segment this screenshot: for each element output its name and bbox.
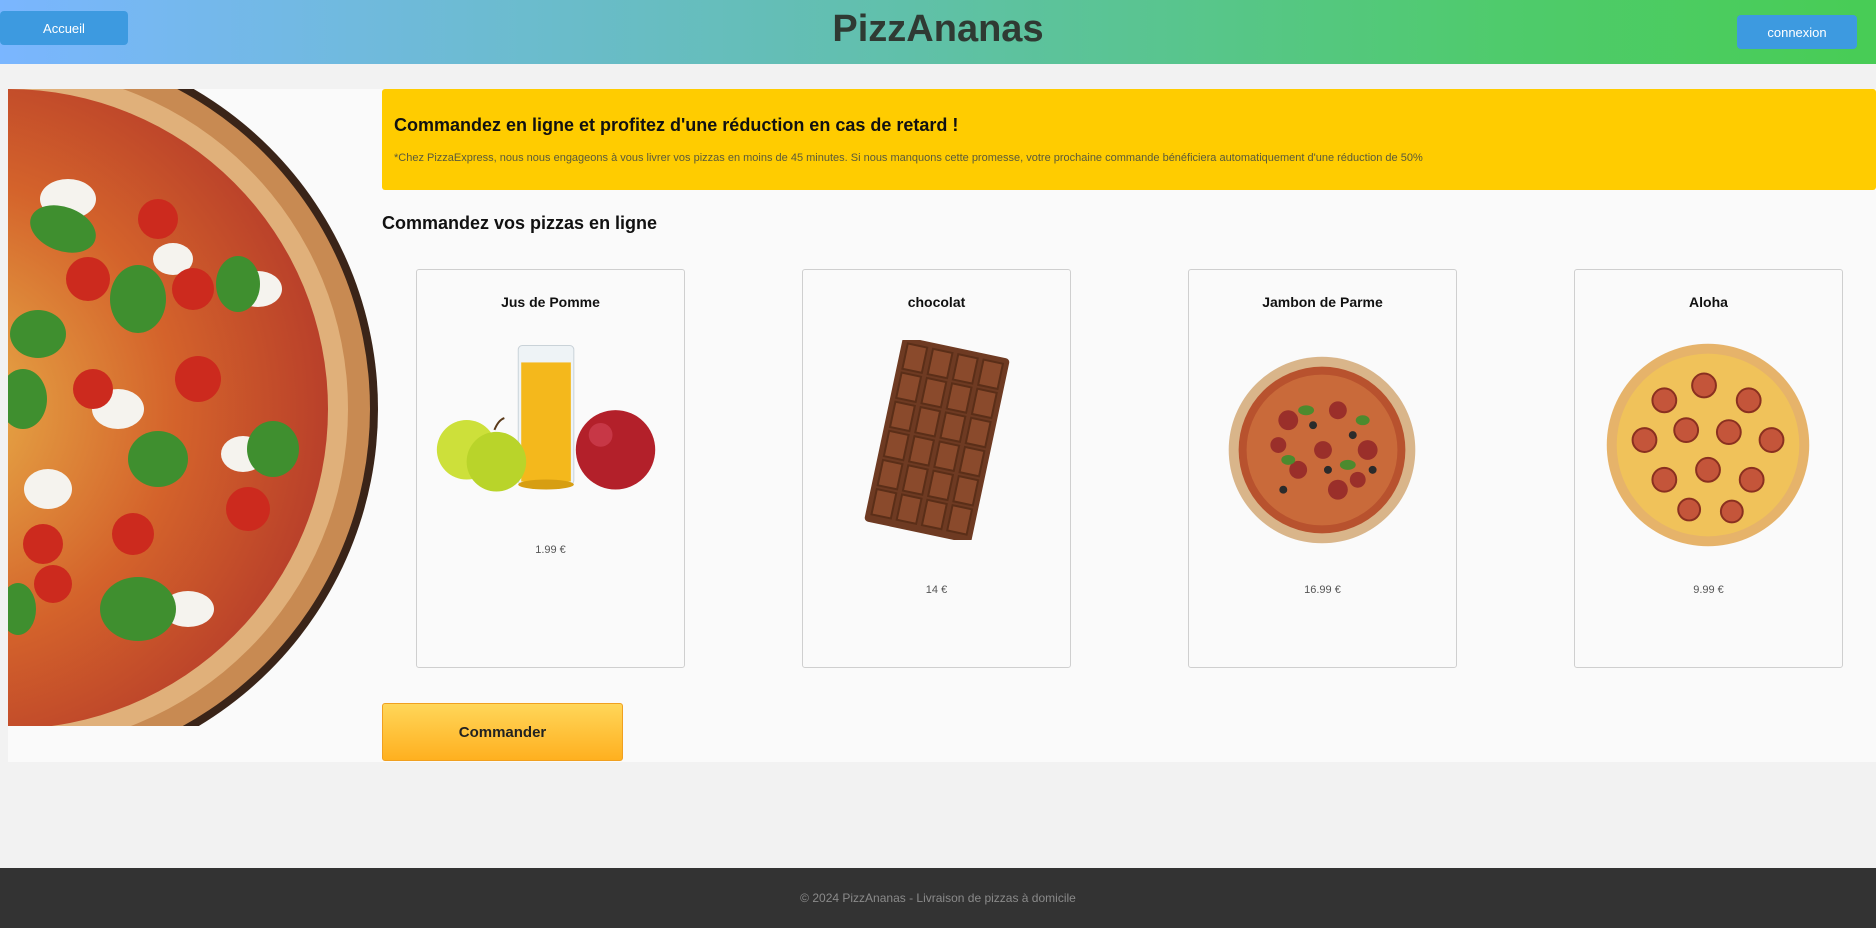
- login-button[interactable]: connexion: [1737, 15, 1857, 49]
- main-content: Commandez en ligne et profitez d'une réd…: [8, 89, 1876, 762]
- site-footer: © 2024 PizzAnanas - Livraison de pizzas …: [0, 868, 1876, 928]
- promo-text: *Chez PizzaExpress, nous nous engageons …: [394, 152, 1423, 164]
- apple-juice-image: [436, 345, 656, 492]
- promo-title: Commandez en ligne et profitez d'une réd…: [394, 115, 959, 135]
- site-header: Accueil PizzAnanas connexion: [0, 0, 1876, 64]
- product-name: Aloha: [1689, 294, 1728, 310]
- promo-banner: Commandez en ligne et profitez d'une réd…: [382, 89, 1876, 190]
- footer-text: © 2024 PizzAnanas - Livraison de pizzas …: [800, 891, 1076, 905]
- product-name: chocolat: [907, 294, 966, 310]
- order-button[interactable]: Commander: [382, 703, 623, 761]
- product-name: Jambon de Parme: [1262, 294, 1383, 310]
- pizza-parma-image: [1228, 356, 1416, 544]
- product-name: Jus de Pomme: [501, 294, 600, 310]
- product-price: 9.99 €: [1693, 584, 1724, 596]
- hero-pizza-image: [8, 89, 378, 726]
- product-price: 16.99 €: [1304, 584, 1341, 596]
- product-card[interactable]: Jambon de Parme 16.99 €: [1188, 269, 1457, 668]
- product-price: 14 €: [925, 584, 948, 596]
- product-card[interactable]: chocolat 14 €: [802, 269, 1071, 668]
- product-card[interactable]: Jus de Pomme 1.99 €: [416, 269, 685, 668]
- pizza-aloha-image: [1606, 343, 1810, 547]
- section-title: Commandez vos pizzas en ligne: [382, 213, 658, 233]
- home-button[interactable]: Accueil: [0, 11, 128, 45]
- product-card[interactable]: Aloha 9.99 €: [1574, 269, 1843, 668]
- site-title: PizzAnanas: [832, 8, 1044, 50]
- product-price: 1.99 €: [535, 544, 566, 556]
- chocolate-bar-image: [864, 340, 1010, 540]
